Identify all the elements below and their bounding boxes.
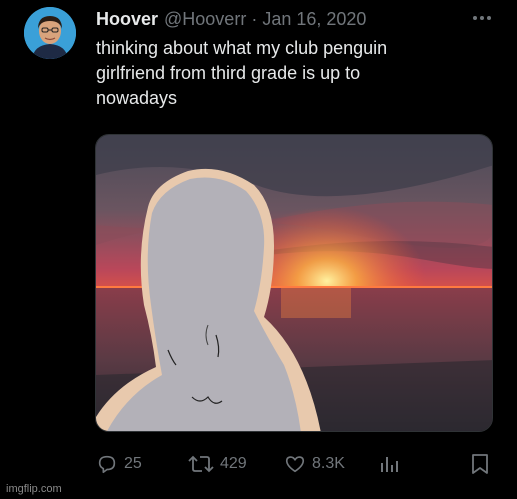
reply-count: 25 xyxy=(124,455,142,472)
avatar[interactable] xyxy=(24,7,76,59)
tweet-text-line: girlfriend from third grade is up to xyxy=(96,63,361,83)
tweet-date[interactable]: Jan 16, 2020 xyxy=(262,9,366,30)
tweet-text-line: nowadays xyxy=(96,88,178,108)
retweet-count: 429 xyxy=(220,455,247,472)
tweet-image[interactable] xyxy=(95,134,493,432)
tweet-text: thinking about what my club penguin girl… xyxy=(96,36,496,111)
separator: · xyxy=(251,8,258,29)
sunset-wojak-image xyxy=(96,135,492,431)
tweet-header: Hoover @Hooverr · Jan 16, 2020 xyxy=(96,7,366,31)
analytics-icon xyxy=(381,457,398,472)
heart-icon xyxy=(285,456,305,473)
avatar-image xyxy=(24,7,76,59)
like-button[interactable]: 8.3K xyxy=(284,450,345,478)
watermark: imgflip.com xyxy=(6,483,62,495)
reply-icon xyxy=(98,455,116,474)
views-button[interactable] xyxy=(378,450,400,478)
more-icon[interactable] xyxy=(470,7,494,29)
reply-button[interactable]: 25 xyxy=(96,450,142,478)
tweet[interactable]: Hoover @Hooverr · Jan 16, 2020 thinking … xyxy=(0,0,517,499)
retweet-icon xyxy=(188,455,214,473)
author-name[interactable]: Hoover xyxy=(96,9,158,30)
author-handle[interactable]: @Hooverr xyxy=(164,9,246,30)
like-count: 8.3K xyxy=(312,455,345,472)
retweet-button[interactable]: 429 xyxy=(188,450,247,478)
action-bar: 25 429 8.3K xyxy=(0,450,517,478)
bookmark-button[interactable] xyxy=(470,450,490,478)
tweet-text-line: thinking about what my club penguin xyxy=(96,38,388,58)
bookmark-icon xyxy=(472,454,488,474)
